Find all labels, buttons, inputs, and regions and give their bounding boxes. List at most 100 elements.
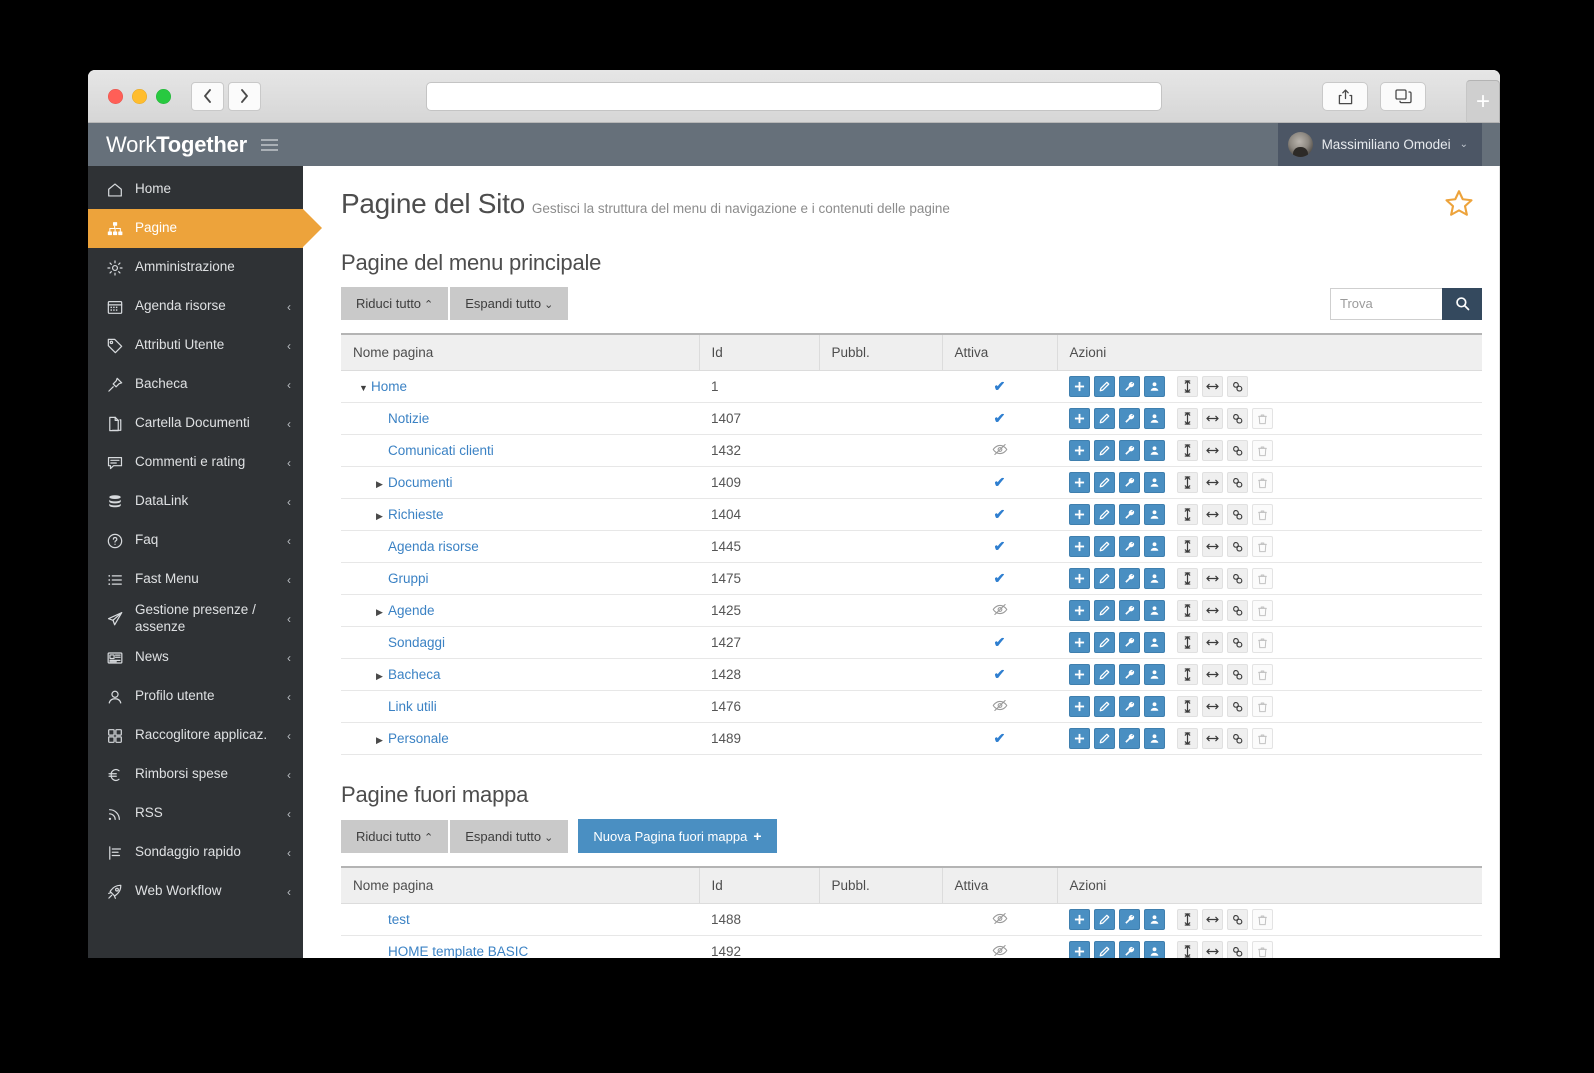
add-icon[interactable] xyxy=(1069,440,1090,461)
sidebar-item-rimborsi-spese[interactable]: Rimborsi spese ‹ xyxy=(88,755,303,794)
expand-all-button-off[interactable]: Espandi tutto ⌄ xyxy=(450,819,569,853)
move-vertical-icon[interactable] xyxy=(1177,440,1198,461)
sidebar-item-cartella-documenti[interactable]: Cartella Documenti ‹ xyxy=(88,404,303,443)
permissions-user-icon[interactable] xyxy=(1144,504,1165,525)
move-horizontal-icon[interactable] xyxy=(1202,696,1223,717)
permissions-user-icon[interactable] xyxy=(1144,664,1165,685)
sidebar-item-agenda-risorse[interactable]: Agenda risorse ‹ xyxy=(88,287,303,326)
sidebar-item-datalink[interactable]: DataLink ‹ xyxy=(88,482,303,521)
add-icon[interactable] xyxy=(1069,472,1090,493)
copy-icon[interactable] xyxy=(1227,600,1248,621)
page-name-link[interactable]: Link utili xyxy=(388,699,437,714)
move-vertical-icon[interactable] xyxy=(1177,728,1198,749)
move-vertical-icon[interactable] xyxy=(1177,536,1198,557)
copy-icon[interactable] xyxy=(1227,664,1248,685)
copy-icon[interactable] xyxy=(1227,376,1248,397)
page-name-link[interactable]: test xyxy=(388,912,410,927)
new-offmap-page-button[interactable]: Nuova Pagina fuori mappa + xyxy=(578,819,777,853)
minimize-window-button[interactable] xyxy=(132,88,147,104)
wrench-icon[interactable] xyxy=(1119,504,1140,525)
wrench-icon[interactable] xyxy=(1119,536,1140,557)
move-vertical-icon[interactable] xyxy=(1177,909,1198,930)
user-menu[interactable]: Massimiliano Omodei ⌄ xyxy=(1277,123,1482,166)
copy-icon[interactable] xyxy=(1227,472,1248,493)
wrench-icon[interactable] xyxy=(1119,941,1140,958)
add-icon[interactable] xyxy=(1069,504,1090,525)
move-horizontal-icon[interactable] xyxy=(1202,632,1223,653)
move-vertical-icon[interactable] xyxy=(1177,632,1198,653)
maximize-window-button[interactable] xyxy=(156,88,171,104)
page-name-link[interactable]: Comunicati clienti xyxy=(388,443,494,458)
expand-all-button-main[interactable]: Espandi tutto ⌄ xyxy=(450,287,569,320)
wrench-icon[interactable] xyxy=(1119,568,1140,589)
wrench-icon[interactable] xyxy=(1119,664,1140,685)
move-vertical-icon[interactable] xyxy=(1177,600,1198,621)
move-vertical-icon[interactable] xyxy=(1177,408,1198,429)
add-icon[interactable] xyxy=(1069,664,1090,685)
add-icon[interactable] xyxy=(1069,941,1090,958)
permissions-user-icon[interactable] xyxy=(1144,941,1165,958)
page-name-link[interactable]: Agenda risorse xyxy=(388,539,479,554)
copy-icon[interactable] xyxy=(1227,568,1248,589)
wrench-icon[interactable] xyxy=(1119,472,1140,493)
search-button[interactable] xyxy=(1442,287,1482,320)
collapse-all-button-off[interactable]: Riduci tutto ⌃ xyxy=(341,819,449,853)
wrench-icon[interactable] xyxy=(1119,408,1140,429)
copy-icon[interactable] xyxy=(1227,440,1248,461)
add-icon[interactable] xyxy=(1069,568,1090,589)
page-name-link[interactable]: Sondaggi xyxy=(388,635,445,650)
sidebar-item-rss[interactable]: RSS ‹ xyxy=(88,794,303,833)
copy-icon[interactable] xyxy=(1227,696,1248,717)
star-icon[interactable] xyxy=(1444,188,1474,223)
address-bar[interactable] xyxy=(426,82,1162,111)
edit-pencil-icon[interactable] xyxy=(1094,909,1115,930)
move-horizontal-icon[interactable] xyxy=(1202,504,1223,525)
permissions-user-icon[interactable] xyxy=(1144,728,1165,749)
page-name-link[interactable]: Personale xyxy=(388,731,449,746)
permissions-user-icon[interactable] xyxy=(1144,696,1165,717)
forward-button[interactable] xyxy=(228,81,261,111)
page-name-link[interactable]: Richieste xyxy=(388,507,444,522)
edit-pencil-icon[interactable] xyxy=(1094,504,1115,525)
move-vertical-icon[interactable] xyxy=(1177,472,1198,493)
page-name-link[interactable]: Documenti xyxy=(388,475,453,490)
edit-pencil-icon[interactable] xyxy=(1094,664,1115,685)
move-vertical-icon[interactable] xyxy=(1177,504,1198,525)
show-tabs-button[interactable] xyxy=(1380,82,1426,111)
wrench-icon[interactable] xyxy=(1119,376,1140,397)
sidebar-item-raccoglitore-applicaz[interactable]: Raccoglitore applicaz. ‹ xyxy=(88,716,303,755)
move-horizontal-icon[interactable] xyxy=(1202,472,1223,493)
permissions-user-icon[interactable] xyxy=(1144,376,1165,397)
wrench-icon[interactable] xyxy=(1119,440,1140,461)
move-horizontal-icon[interactable] xyxy=(1202,440,1223,461)
tree-expand-triangle-icon[interactable]: ▶ xyxy=(376,479,388,490)
copy-icon[interactable] xyxy=(1227,504,1248,525)
add-icon[interactable] xyxy=(1069,536,1090,557)
edit-pencil-icon[interactable] xyxy=(1094,941,1115,958)
permissions-user-icon[interactable] xyxy=(1144,536,1165,557)
move-horizontal-icon[interactable] xyxy=(1202,728,1223,749)
close-window-button[interactable] xyxy=(108,88,123,104)
tree-collapse-triangle-icon[interactable]: ▼ xyxy=(359,383,371,393)
move-vertical-icon[interactable] xyxy=(1177,696,1198,717)
move-horizontal-icon[interactable] xyxy=(1202,600,1223,621)
move-vertical-icon[interactable] xyxy=(1177,568,1198,589)
permissions-user-icon[interactable] xyxy=(1144,568,1165,589)
move-horizontal-icon[interactable] xyxy=(1202,909,1223,930)
sidebar-item-faq[interactable]: Faq ‹ xyxy=(88,521,303,560)
page-name-link[interactable]: Gruppi xyxy=(388,571,429,586)
permissions-user-icon[interactable] xyxy=(1144,440,1165,461)
back-button[interactable] xyxy=(191,81,224,111)
wrench-icon[interactable] xyxy=(1119,600,1140,621)
page-name-link[interactable]: Agende xyxy=(388,603,435,618)
sidebar-item-amministrazione[interactable]: Amministrazione xyxy=(88,248,303,287)
edit-pencil-icon[interactable] xyxy=(1094,376,1115,397)
add-icon[interactable] xyxy=(1069,728,1090,749)
app-logo[interactable]: WorkTogether xyxy=(106,132,247,158)
tree-expand-triangle-icon[interactable]: ▶ xyxy=(376,511,388,522)
search-input[interactable] xyxy=(1330,287,1442,320)
edit-pencil-icon[interactable] xyxy=(1094,408,1115,429)
edit-pencil-icon[interactable] xyxy=(1094,728,1115,749)
permissions-user-icon[interactable] xyxy=(1144,632,1165,653)
tree-expand-triangle-icon[interactable]: ▶ xyxy=(376,735,388,746)
